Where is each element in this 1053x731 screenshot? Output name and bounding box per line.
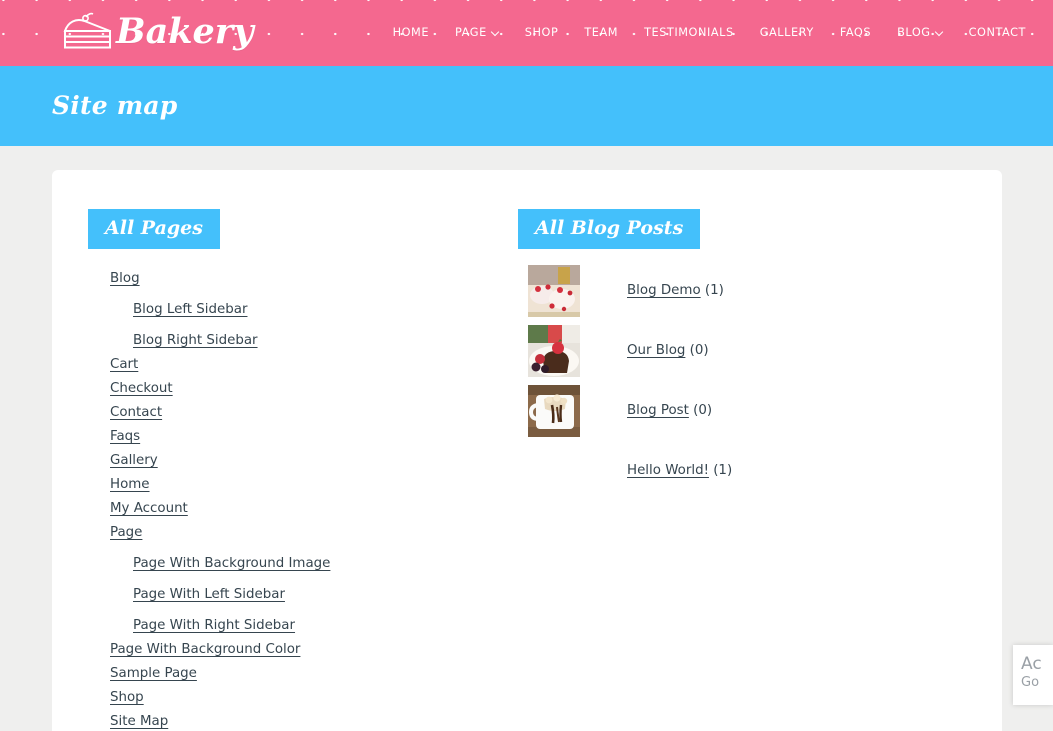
list-item: Cart	[88, 353, 505, 377]
nav-item-blog[interactable]: BLOG	[884, 0, 956, 66]
blog-post-link[interactable]: Blog Demo	[627, 283, 701, 298]
sitemap-columns: All Pages Blog Blog Left Sidebar Blog Righ…	[52, 170, 1002, 731]
sitemap-page-link[interactable]: Site Map	[110, 710, 168, 731]
sitemap-page-link[interactable]: Page	[110, 521, 142, 545]
list-item: Faqs	[88, 425, 505, 449]
nav-item-label: CONTACT	[968, 26, 1026, 39]
content-card: All Pages Blog Blog Left Sidebar Blog Righ…	[52, 170, 1002, 731]
list-item: Blog Left Sidebar	[88, 291, 505, 322]
list-item: My Account	[88, 497, 505, 521]
main-navigation: HOME PAGE SHOP TEAM TESTIMONIALS GALLERY…	[380, 0, 1039, 66]
list-item: Blog Right Sidebar	[88, 322, 505, 353]
sitemap-page-link[interactable]: Sample Page	[110, 662, 197, 686]
nav-item-faqs[interactable]: FAQS	[827, 0, 884, 66]
all-pages-heading: All Pages	[88, 209, 220, 249]
nav-item-label: PAGE	[455, 26, 487, 39]
blog-post-label: Our Blog (0)	[627, 341, 709, 361]
recaptcha-sub-text: Go	[1021, 675, 1040, 690]
sitemap-page-link[interactable]: Blog Right Sidebar	[133, 329, 258, 353]
blog-post-row: Our Blog (0)	[518, 321, 1002, 381]
list-item: Gallery	[88, 449, 505, 473]
list-item: Home	[88, 473, 505, 497]
chevron-down-icon	[492, 29, 499, 36]
nav-item-testimonials[interactable]: TESTIMONIALS	[631, 0, 747, 66]
blog-post-count: (0)	[688, 403, 713, 418]
blog-post-count: (0)	[685, 343, 709, 358]
sitemap-page-link[interactable]: Page With Left Sidebar	[133, 583, 285, 607]
list-item: Blog	[88, 267, 505, 291]
nav-item-gallery[interactable]: GALLERY	[747, 0, 827, 66]
blog-post-label: Blog Demo (1)	[627, 281, 724, 301]
blog-post-count: (1)	[708, 463, 733, 478]
sitemap-page-link[interactable]: Faqs	[110, 425, 140, 449]
list-item: Checkout	[88, 377, 505, 401]
post-thumb-placeholder	[528, 445, 580, 497]
sitemap-page-link[interactable]: Checkout	[110, 377, 173, 401]
list-item: Sample Page	[88, 662, 505, 686]
all-blog-posts-column: All Blog Posts Blog Demo (1) Our Blog (0)…	[505, 170, 1002, 731]
sitemap-page-link[interactable]: Page With Background Color	[110, 638, 300, 662]
list-item: Site Map	[88, 710, 505, 731]
sitemap-page-link[interactable]: Blog	[110, 267, 140, 291]
list-item: Page With Background Image	[88, 545, 505, 576]
sitemap-page-link[interactable]: Contact	[110, 401, 162, 425]
all-blog-posts-heading: All Blog Posts	[518, 209, 701, 249]
blog-post-row: Blog Post (0)	[518, 381, 1002, 441]
sitemap-page-link[interactable]: Page With Right Sidebar	[133, 614, 295, 638]
cake-slice-icon	[63, 12, 111, 49]
list-item: Page	[88, 521, 505, 545]
sitemap-page-link[interactable]: Gallery	[110, 449, 158, 473]
list-item: Page With Left Sidebar	[88, 576, 505, 607]
chocolate-cupcake-photo[interactable]	[528, 325, 580, 377]
nav-item-label: FAQS	[839, 26, 872, 39]
nav-item-label: GALLERY	[759, 26, 814, 39]
site-logo[interactable]: Bakery	[56, 8, 254, 56]
blog-post-row: Blog Demo (1)	[518, 261, 1002, 321]
list-item: Page With Right Sidebar	[88, 607, 505, 638]
brand-name: Bakery	[116, 11, 254, 52]
hot-chocolate-mug-photo[interactable]	[528, 385, 580, 437]
chevron-down-icon	[936, 29, 943, 36]
nav-item-label: TEAM	[584, 26, 619, 39]
recaptcha-main-text: Ac	[1021, 654, 1042, 674]
blog-post-row: Hello World! (1)	[518, 441, 1002, 501]
blog-post-link[interactable]: Hello World!	[627, 463, 709, 478]
blog-post-label: Blog Post (0)	[627, 401, 712, 421]
page-title: Site map	[52, 91, 178, 120]
nav-item-team[interactable]: TEAM	[571, 0, 631, 66]
nav-item-label: SHOP	[524, 26, 559, 39]
all-pages-list: Blog Blog Left Sidebar Blog Right Sidebar C…	[88, 267, 505, 731]
sitemap-page-link[interactable]: Blog Left Sidebar	[133, 298, 247, 322]
blog-post-count: (1)	[700, 283, 724, 298]
sitemap-page-link[interactable]: Cart	[110, 353, 138, 377]
sitemap-page-link[interactable]: Home	[110, 473, 150, 497]
list-item: Contact	[88, 401, 505, 425]
sitemap-page-link[interactable]: My Account	[110, 497, 188, 521]
strawberry-cakes-photo[interactable]	[528, 265, 580, 317]
all-blog-posts-list: Blog Demo (1) Our Blog (0) Blog Post (0) He…	[518, 261, 1002, 501]
recaptcha-badge[interactable]: Ac Go	[1013, 645, 1053, 705]
blog-post-link[interactable]: Blog Post	[627, 403, 689, 418]
nav-item-contact[interactable]: CONTACT	[956, 0, 1039, 66]
nav-item-home[interactable]: HOME	[380, 0, 442, 66]
nav-item-label: HOME	[392, 26, 430, 39]
sitemap-page-link[interactable]: Page With Background Image	[133, 552, 330, 576]
list-item: Page With Background Color	[88, 638, 505, 662]
sitemap-page-link[interactable]: Shop	[110, 686, 144, 710]
blog-post-label: Hello World! (1)	[627, 461, 732, 481]
nav-item-shop[interactable]: SHOP	[512, 0, 572, 66]
blog-post-link[interactable]: Our Blog	[627, 343, 685, 358]
site-header: Bakery HOME PAGE SHOP TEAM TESTIMONIALS …	[0, 0, 1053, 66]
nav-item-page[interactable]: PAGE	[442, 0, 512, 66]
nav-item-label: TESTIMONIALS	[644, 26, 734, 39]
list-item: Shop	[88, 686, 505, 710]
nav-item-label: BLOG	[897, 26, 931, 39]
all-pages-column: All Pages Blog Blog Left Sidebar Blog Righ…	[52, 170, 505, 731]
